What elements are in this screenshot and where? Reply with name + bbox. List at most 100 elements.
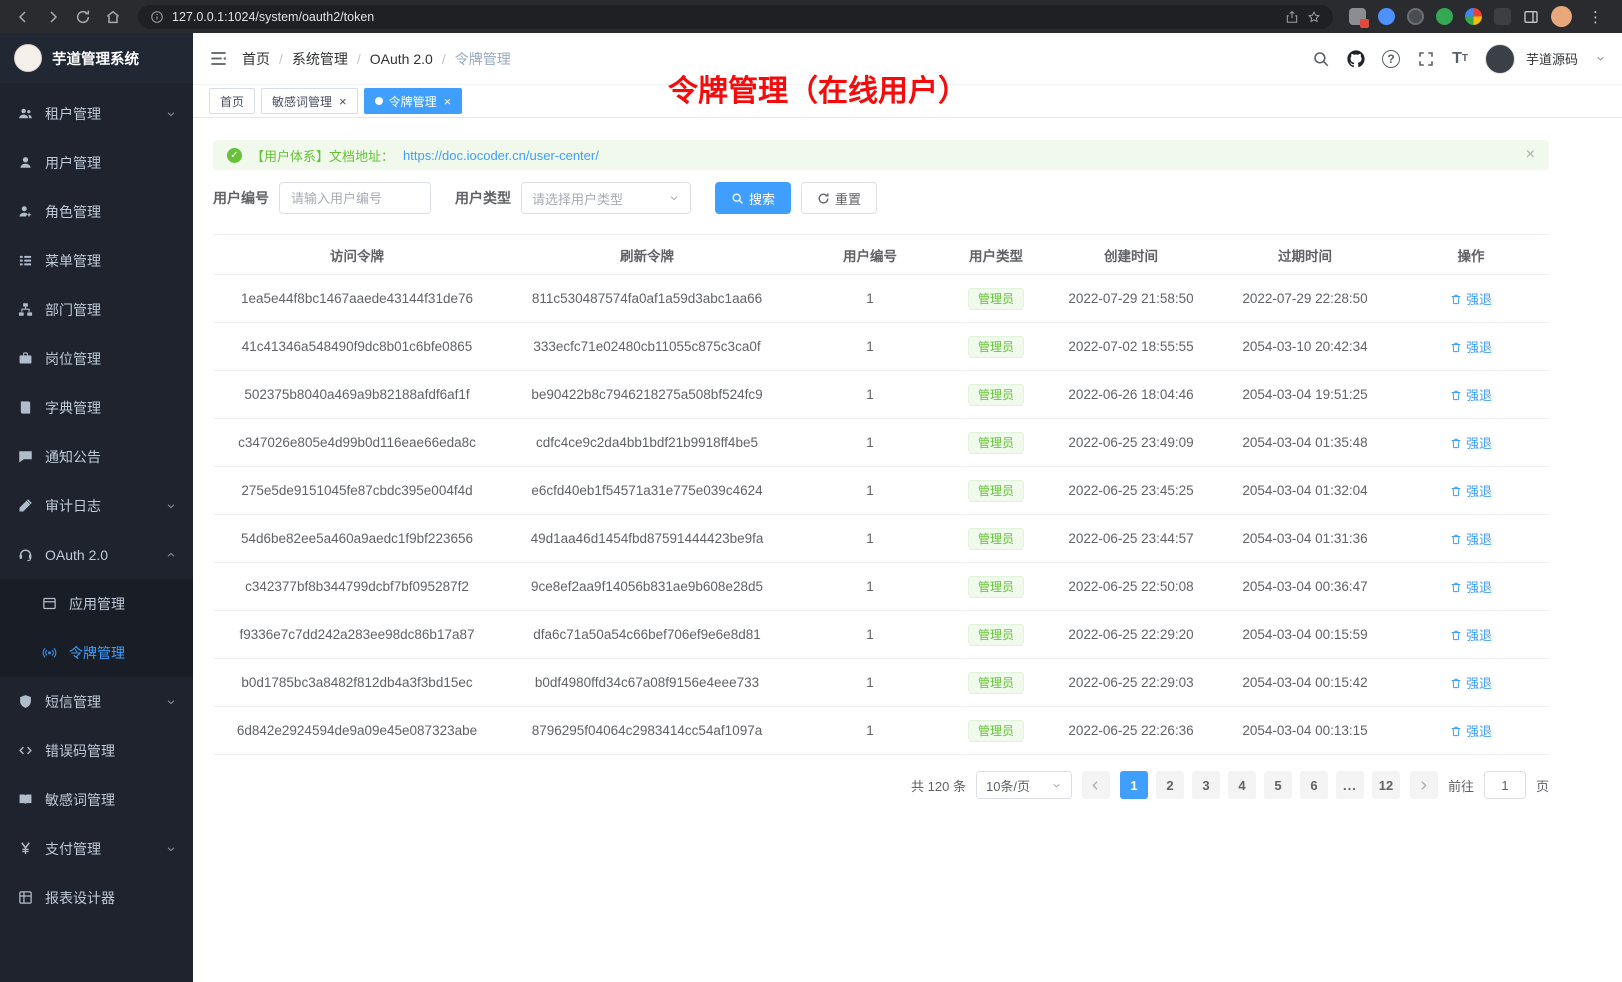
search-button-label: 搜索	[749, 189, 775, 208]
message-icon	[18, 449, 33, 464]
breadcrumb-item[interactable]: OAuth 2.0	[370, 51, 433, 67]
prev-page-button[interactable]	[1082, 771, 1110, 799]
trash-icon	[1450, 725, 1462, 737]
user-menu-caret-icon[interactable]	[1595, 53, 1606, 64]
search-button[interactable]: 搜索	[715, 182, 791, 214]
sidebar-item-dict[interactable]: 字典管理	[0, 383, 193, 432]
chevron-down-icon	[668, 192, 680, 204]
force-logout-button[interactable]: 强退	[1450, 481, 1492, 500]
force-logout-button[interactable]: 强退	[1450, 289, 1492, 308]
tab-close-icon[interactable]: ×	[444, 95, 452, 108]
user-avatar[interactable]	[1485, 44, 1515, 74]
sidebar-item-post[interactable]: 岗位管理	[0, 334, 193, 383]
force-logout-button[interactable]: 强退	[1450, 433, 1492, 452]
share-icon[interactable]	[1285, 10, 1299, 24]
breadcrumb: 首页/系统管理/OAuth 2.0/令牌管理	[242, 49, 511, 69]
browser-home-button[interactable]	[100, 4, 126, 30]
help-icon[interactable]: ?	[1382, 50, 1400, 68]
sidebar-item-audit-log[interactable]: 审计日志	[0, 481, 193, 530]
alert-doc-link[interactable]: https://doc.iocoder.cn/user-center/	[403, 148, 599, 163]
reset-button[interactable]: 重置	[801, 182, 877, 214]
expires-at-cell: 2054-03-04 00:36:47	[1217, 563, 1393, 611]
page-button-5[interactable]: 5	[1264, 771, 1292, 799]
page-button-1[interactable]: 1	[1120, 771, 1148, 799]
expires-at-cell: 2054-03-04 00:15:59	[1217, 611, 1393, 659]
sidebar-item-user[interactable]: 用户管理	[0, 138, 193, 187]
force-logout-button[interactable]: 强退	[1450, 625, 1492, 644]
pagination-ellipsis[interactable]: ...	[1336, 771, 1364, 799]
force-logout-button[interactable]: 强退	[1450, 577, 1492, 596]
browser-back-button[interactable]	[10, 4, 36, 30]
sidebar-item-label: 租户管理	[45, 104, 153, 124]
sidebar-item-notice[interactable]: 通知公告	[0, 432, 193, 481]
access-token-cell: c342377bf8b344799dcbf7bf095287f2	[213, 563, 501, 611]
sidebar-item-oauth2-token[interactable]: 令牌管理	[0, 628, 193, 677]
user-id-input[interactable]	[279, 182, 431, 214]
expires-at-cell: 2054-03-04 01:31:36	[1217, 515, 1393, 563]
page-size-select[interactable]: 10条/页	[976, 771, 1072, 799]
extension-icon-dark[interactable]	[1407, 8, 1424, 25]
user-type-placeholder: 请选择用户类型	[532, 189, 623, 208]
github-icon[interactable]	[1347, 50, 1365, 68]
sidebar-item-pay[interactable]: 支付管理	[0, 824, 193, 873]
address-bar[interactable]: 127.0.0.1:1024/system/oauth2/token	[138, 5, 1333, 29]
side-panel-icon[interactable]	[1523, 9, 1539, 25]
table-row: c342377bf8b344799dcbf7bf095287f29ce8ef2a…	[213, 563, 1549, 611]
next-page-button[interactable]	[1410, 771, 1438, 799]
site-info-icon[interactable]	[150, 10, 164, 24]
bookmark-star-icon[interactable]	[1307, 10, 1321, 24]
alert-close-icon[interactable]: ×	[1526, 146, 1535, 164]
sidebar-item-report-designer[interactable]: 报表设计器	[0, 873, 193, 922]
fullscreen-icon[interactable]	[1417, 50, 1435, 68]
sidebar-item-role[interactable]: 角色管理	[0, 187, 193, 236]
book2-icon	[18, 792, 33, 807]
browser-reload-button[interactable]	[70, 4, 96, 30]
sidebar-item-menu[interactable]: 菜单管理	[0, 236, 193, 285]
extension-icon-blue[interactable]	[1378, 8, 1395, 25]
tab-sensitive-word[interactable]: 敏感词管理×	[261, 88, 358, 114]
extension-icon-colorful[interactable]	[1465, 8, 1482, 25]
page-button-4[interactable]: 4	[1228, 771, 1256, 799]
chevron-down-icon	[1051, 780, 1062, 791]
force-logout-button[interactable]: 强退	[1450, 337, 1492, 356]
sidebar-item-oauth2-app[interactable]: 应用管理	[0, 579, 193, 628]
extension-icon-cube[interactable]	[1494, 8, 1511, 25]
sidebar-item-label: 岗位管理	[45, 349, 177, 369]
font-size-icon[interactable]: TT	[1452, 50, 1468, 68]
page-button-3[interactable]: 3	[1192, 771, 1220, 799]
action-cell: 强退	[1393, 515, 1549, 563]
force-logout-button[interactable]: 强退	[1450, 385, 1492, 404]
page-button-2[interactable]: 2	[1156, 771, 1184, 799]
force-logout-button[interactable]: 强退	[1450, 721, 1492, 740]
force-logout-button[interactable]: 强退	[1450, 673, 1492, 692]
page-button-6[interactable]: 6	[1300, 771, 1328, 799]
page-button-12[interactable]: 12	[1372, 771, 1400, 799]
sidebar-item-label: 应用管理	[69, 594, 177, 614]
breadcrumb-item[interactable]: 系统管理	[292, 49, 348, 69]
sidebar-item-sensitive-word[interactable]: 敏感词管理	[0, 775, 193, 824]
extension-icon-green[interactable]	[1436, 8, 1453, 25]
user-type-select[interactable]: 请选择用户类型	[521, 182, 691, 214]
tab-close-icon[interactable]: ×	[339, 95, 347, 108]
tab-token[interactable]: 令牌管理×	[364, 88, 463, 114]
browser-profile-avatar[interactable]	[1551, 6, 1572, 27]
force-logout-label: 强退	[1466, 673, 1492, 692]
app-logo[interactable]: 芋道管理系统	[0, 33, 193, 83]
sidebar-item-sms[interactable]: 短信管理	[0, 677, 193, 726]
goto-page-input[interactable]	[1484, 771, 1526, 799]
shield-icon	[18, 694, 33, 709]
report-icon	[18, 890, 33, 905]
breadcrumb-item[interactable]: 首页	[242, 49, 270, 69]
sidebar-item-label: 字典管理	[45, 398, 177, 418]
collapse-sidebar-icon[interactable]	[209, 49, 228, 68]
sidebar-item-oauth2[interactable]: OAuth 2.0	[0, 530, 193, 579]
sidebar-item-error-code[interactable]: 错误码管理	[0, 726, 193, 775]
browser-forward-button[interactable]	[40, 4, 66, 30]
search-icon[interactable]	[1312, 50, 1330, 68]
sidebar-item-dept[interactable]: 部门管理	[0, 285, 193, 334]
sidebar-item-tenant[interactable]: 租户管理	[0, 89, 193, 138]
extension-icon-devtools[interactable]	[1349, 8, 1366, 25]
tab-home[interactable]: 首页	[209, 88, 255, 114]
browser-menu-icon[interactable]: ⋮	[1584, 8, 1608, 26]
force-logout-button[interactable]: 强退	[1450, 529, 1492, 548]
